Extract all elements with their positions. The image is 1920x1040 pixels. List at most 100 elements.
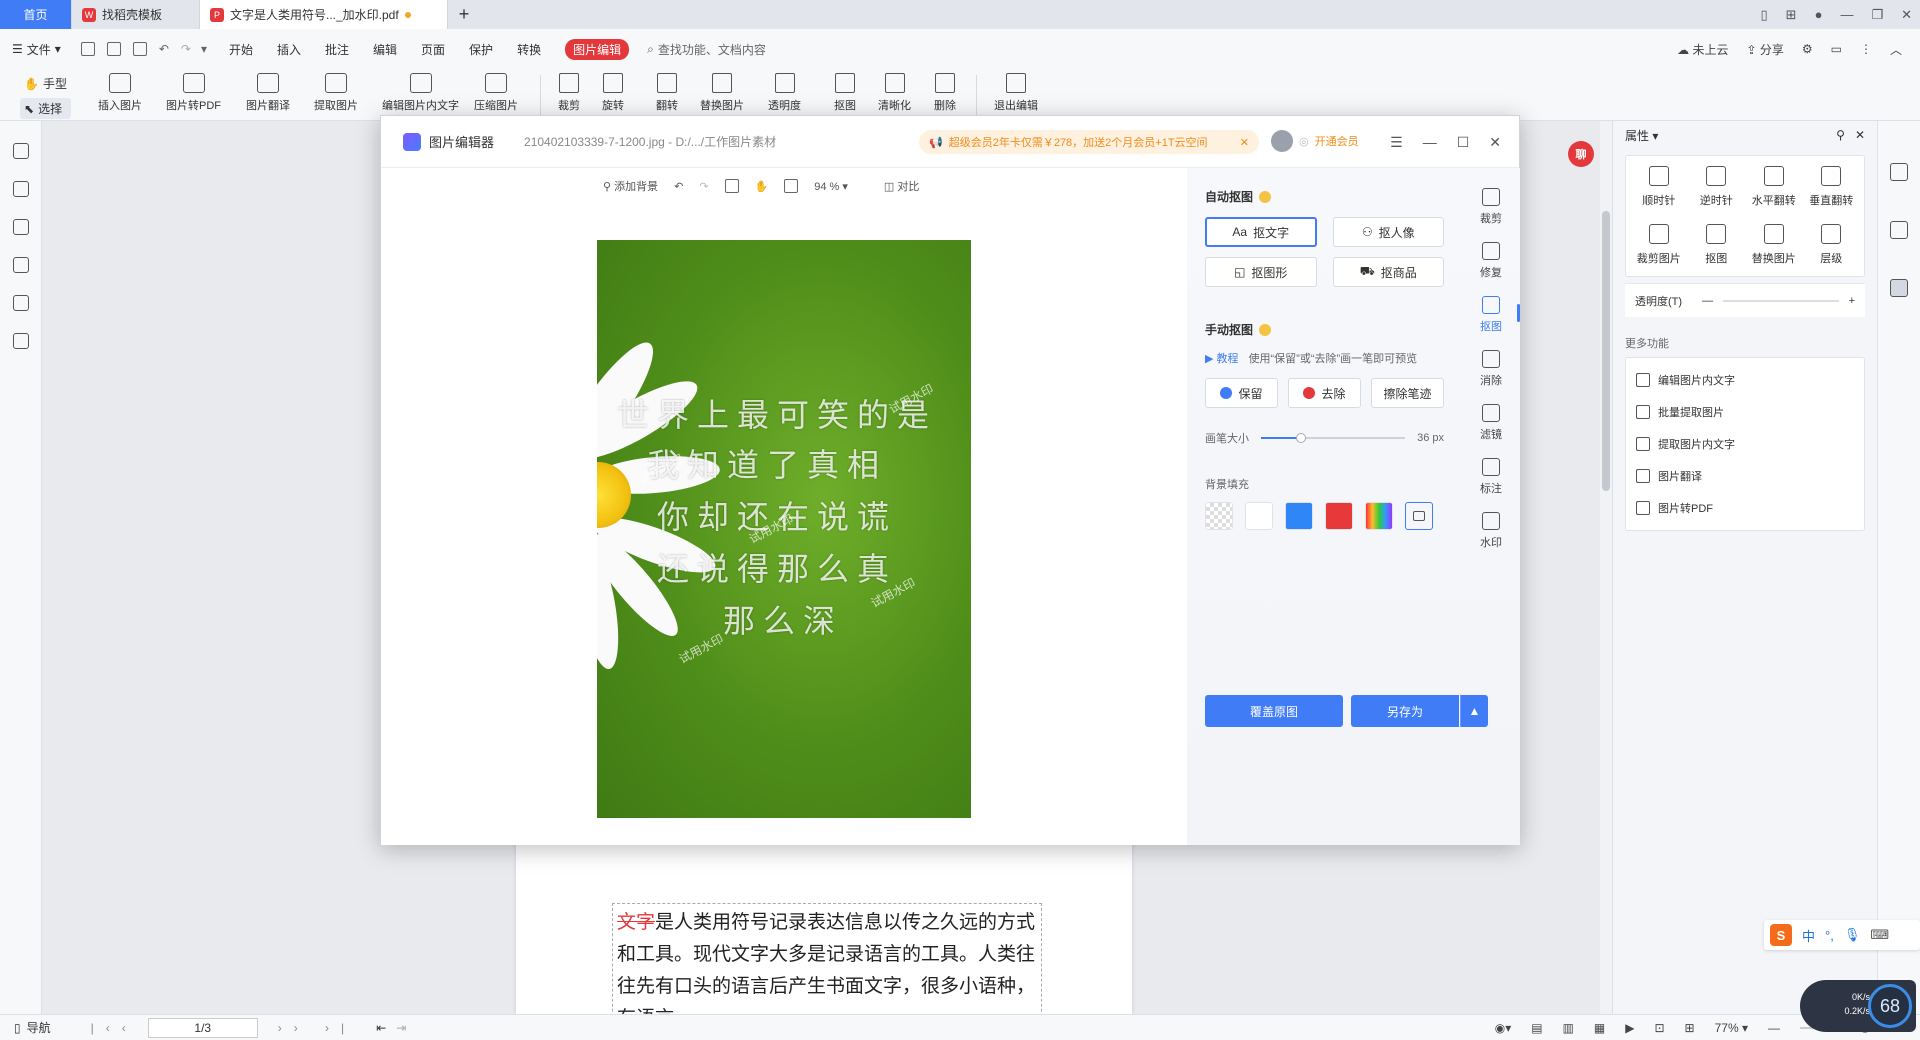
layers-icon[interactable] xyxy=(12,333,29,349)
new-tab-button[interactable]: + xyxy=(448,0,480,29)
forward-icon[interactable]: ⇥ xyxy=(396,1021,406,1035)
double-page-icon[interactable]: ▦ xyxy=(1594,1021,1605,1035)
menu-tab-edit[interactable]: 编辑 xyxy=(373,41,397,58)
keyboard-icon[interactable]: ⌨ xyxy=(1870,927,1889,943)
single-page-icon[interactable]: ▤ xyxy=(1531,1021,1542,1035)
crop-image-button[interactable]: 裁剪图片 xyxy=(1630,224,1688,266)
attachment-icon[interactable] xyxy=(12,257,29,273)
file-menu[interactable]: ☰ 文件 ▾ xyxy=(12,41,61,58)
layer-button[interactable]: 层级 xyxy=(1803,224,1861,266)
image-translate-button[interactable]: 图片翻译 xyxy=(246,73,290,113)
microphone-icon[interactable]: 🎙 xyxy=(1844,927,1861,943)
menu-tab-start[interactable]: 开始 xyxy=(229,41,253,58)
tool-repair[interactable]: 修复 xyxy=(1462,234,1520,288)
print-icon[interactable] xyxy=(132,42,147,56)
promo-close-icon[interactable]: ✕ xyxy=(1240,136,1249,149)
fit-page-icon[interactable]: ⊡ xyxy=(1654,1021,1664,1035)
tool-crop[interactable]: 裁剪 xyxy=(1462,180,1520,234)
menu-tab-protect[interactable]: 保护 xyxy=(469,41,493,58)
tutorial-link[interactable]: ▶ 教程 xyxy=(1205,350,1239,366)
rotate-cw-button[interactable]: 顺时针 xyxy=(1630,166,1688,208)
page-indicator[interactable]: 1/3 xyxy=(147,1017,258,1038)
continuous-page-icon[interactable]: ▥ xyxy=(1563,1021,1574,1035)
canvas-zoom[interactable]: 94 % ▾ xyxy=(814,180,848,193)
swatch-red[interactable] xyxy=(1325,502,1353,530)
flip-button[interactable]: 翻转 xyxy=(656,73,678,113)
share-button[interactable]: ⇪ 分享 xyxy=(1746,41,1783,58)
apps-grid-icon[interactable]: ⊞ xyxy=(1786,7,1797,23)
zoom-dropdown[interactable]: 77% ▾ xyxy=(1715,1021,1748,1035)
swatch-transparent[interactable] xyxy=(1205,502,1233,530)
swatch-rainbow[interactable] xyxy=(1365,502,1393,530)
pin-icon[interactable]: ⚲ xyxy=(1836,128,1845,142)
tool-eraser[interactable]: 消除 xyxy=(1462,342,1520,396)
brush-size-knob[interactable] xyxy=(1296,433,1307,443)
collapse-ribbon-icon[interactable]: ︿ xyxy=(1890,41,1902,58)
overwrite-original-button[interactable]: 覆盖原图 xyxy=(1205,695,1343,727)
pan-hand-icon[interactable]: ✋ xyxy=(755,180,769,193)
insert-image-button[interactable]: 插入图片 xyxy=(98,73,142,113)
more-edit-text[interactable]: 编辑图片内文字 xyxy=(1626,364,1864,396)
comment-icon[interactable] xyxy=(12,219,29,235)
reader-icon[interactable] xyxy=(1890,221,1908,239)
page-nav-next-last[interactable]: ›› ›| xyxy=(278,1021,356,1035)
minimize-button[interactable]: — xyxy=(1840,7,1853,22)
ime-language[interactable]: 中 xyxy=(1802,926,1815,945)
tab-document[interactable]: P 文字是人类用符号..._加水印.pdf xyxy=(200,0,448,29)
tool-watermark[interactable]: 水印 xyxy=(1462,504,1520,558)
props-replace-button[interactable]: 替换图片 xyxy=(1745,224,1803,266)
image-to-pdf-button[interactable]: 图片转PDF xyxy=(166,73,221,113)
swatch-custom-image[interactable] xyxy=(1405,502,1433,530)
rotate-button[interactable]: 旋转 xyxy=(602,73,624,113)
properties-settings-icon[interactable] xyxy=(1890,279,1908,297)
select-tool[interactable]: ⬉ 选择 xyxy=(20,98,71,119)
cutout-shape-button[interactable]: ◱ 抠图形 xyxy=(1205,257,1317,287)
exit-edit-button[interactable]: 退出编辑 xyxy=(994,73,1038,113)
bookmark-icon[interactable] xyxy=(12,143,29,159)
zoom-out-button[interactable]: — xyxy=(1768,1021,1780,1035)
save-icon[interactable] xyxy=(106,42,121,56)
menu-tab-insert[interactable]: 插入 xyxy=(277,41,301,58)
ime-punctuation[interactable]: °, xyxy=(1825,928,1834,943)
vip-promo-banner[interactable]: 📢 超级会员2年卡仅需￥278，加送2个月会员+1T云空间 ✕ xyxy=(919,130,1259,154)
image-icon[interactable] xyxy=(724,179,739,193)
add-background-button[interactable]: ⚲ 添加背景 xyxy=(603,178,658,194)
tool-annotate[interactable]: 标注 xyxy=(1462,450,1520,504)
play-icon[interactable]: ▶ xyxy=(1625,1021,1634,1035)
more-translate[interactable]: 图片翻译 xyxy=(1626,460,1864,492)
cutout-text-button[interactable]: Aa 抠文字 xyxy=(1205,217,1317,247)
properties-title[interactable]: 属性 ▾ xyxy=(1625,127,1658,144)
menu-tab-comment[interactable]: 批注 xyxy=(325,41,349,58)
save-as-button[interactable]: 另存为 xyxy=(1351,695,1459,727)
tab-template[interactable]: W 找稻壳模板 xyxy=(72,0,200,29)
open-vip-link[interactable]: 开通会员 xyxy=(1315,133,1359,149)
opacity-button[interactable]: 透明度 xyxy=(768,73,801,113)
cloud-status[interactable]: ☁ 未上云 xyxy=(1677,41,1728,58)
canvas-redo-icon[interactable]: ↷ xyxy=(699,180,708,193)
thumbnail-icon[interactable] xyxy=(12,181,29,197)
redo-icon[interactable]: ↷ xyxy=(181,42,191,56)
brush-size-slider[interactable] xyxy=(1261,433,1406,443)
eye-protection-icon[interactable]: ◉▾ xyxy=(1495,1021,1512,1035)
rotate-ccw-button[interactable]: 逆时针 xyxy=(1688,166,1746,208)
close-button[interactable]: ✕ xyxy=(1901,7,1912,23)
more-icon[interactable]: ▾ xyxy=(201,42,207,56)
more-batch-extract[interactable]: 批量提取图片 xyxy=(1626,396,1864,428)
layout-icon[interactable]: ▯ xyxy=(1761,7,1768,23)
back-icon[interactable]: ⇤ xyxy=(376,1021,386,1035)
more-options-icon[interactable]: ⋮ xyxy=(1860,42,1872,56)
more-extract-text[interactable]: 提取图片内文字 xyxy=(1626,428,1864,460)
user-avatar-icon[interactable]: ● xyxy=(1815,7,1823,22)
editor-minimize-button[interactable]: — xyxy=(1423,134,1437,150)
tab-home[interactable]: 首页 xyxy=(0,0,72,29)
compress-image-button[interactable]: 压缩图片 xyxy=(474,73,518,113)
translate-side-icon[interactable] xyxy=(1890,163,1908,181)
sogou-logo-icon[interactable]: S xyxy=(1770,924,1792,946)
swatch-blue[interactable] xyxy=(1285,502,1313,530)
edit-image-text-button[interactable]: 编辑图片内文字 xyxy=(382,73,459,113)
editor-menu-icon[interactable]: ☰ xyxy=(1390,134,1403,151)
more-to-pdf[interactable]: 图片转PDF xyxy=(1626,492,1864,524)
cutout-button[interactable]: 抠图 xyxy=(834,73,856,113)
function-search[interactable]: ⌕ 查找功能、文档内容 xyxy=(647,41,766,58)
page-nav-first-prev[interactable]: |‹‹ xyxy=(91,1021,138,1035)
